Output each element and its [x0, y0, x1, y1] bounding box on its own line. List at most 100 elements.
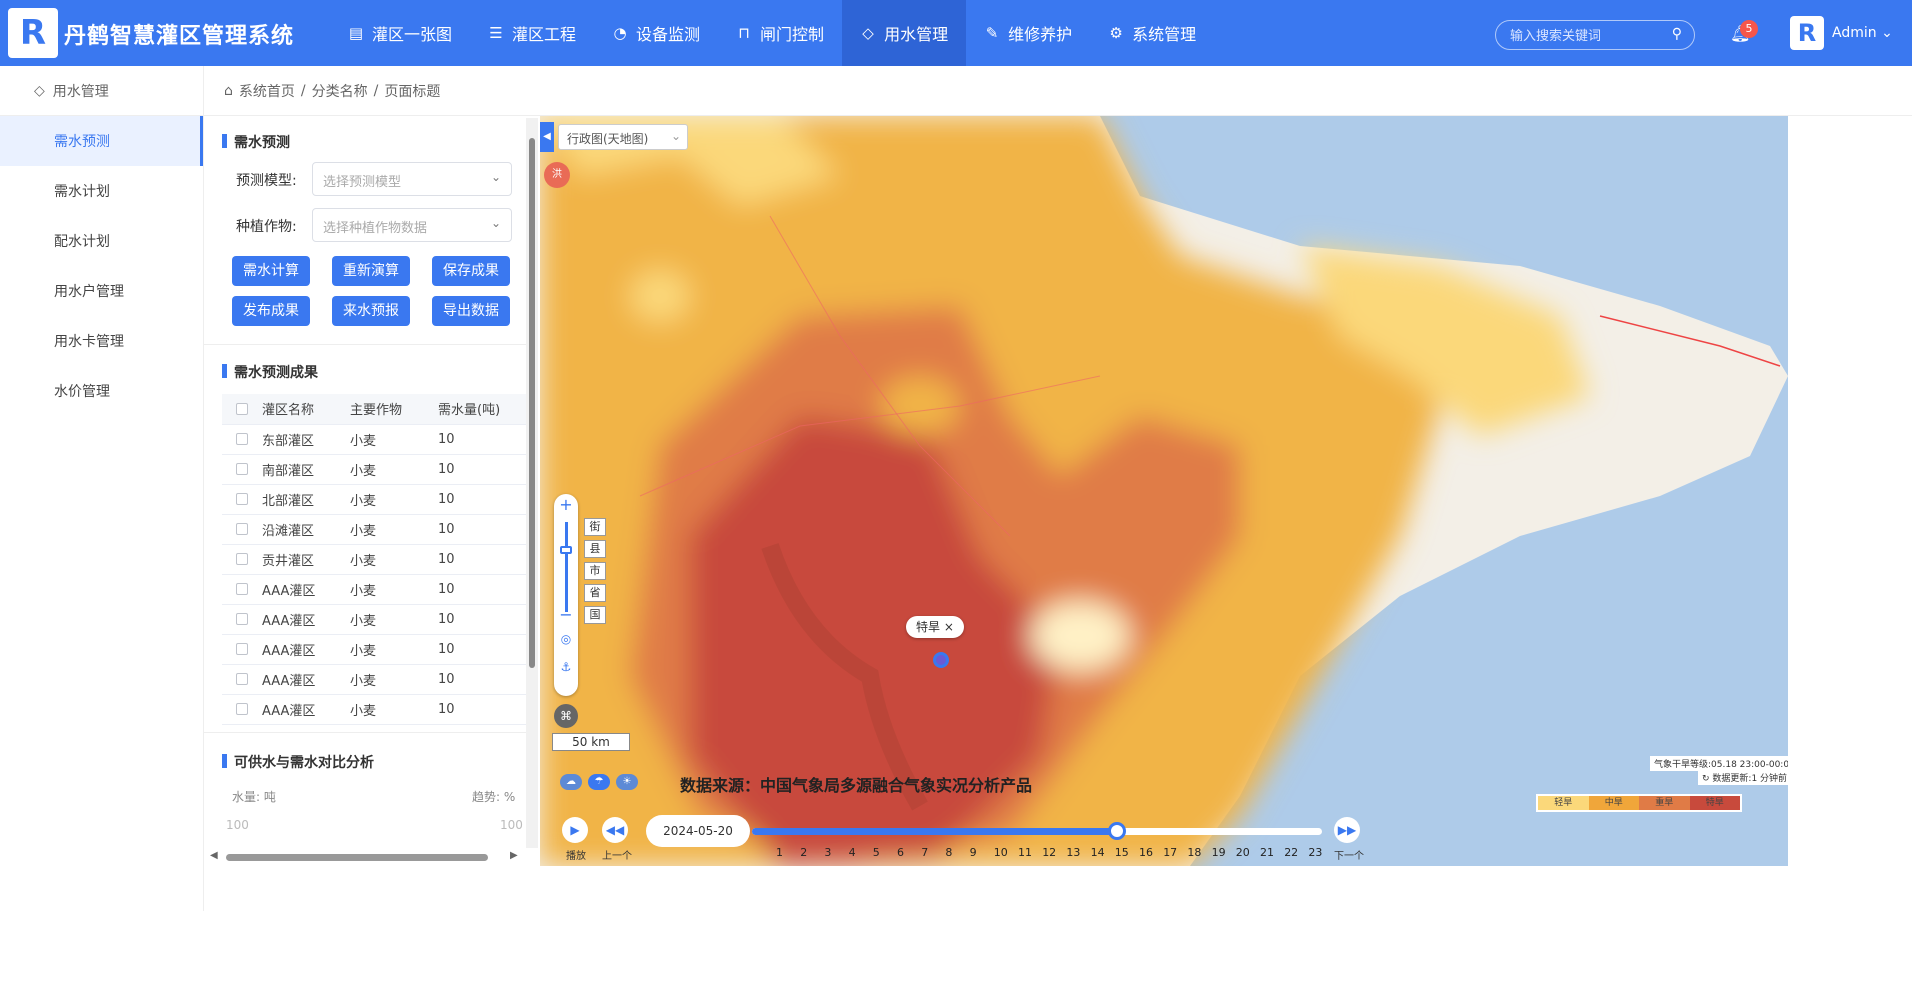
table-row[interactable]: 北部灌区 小麦 10 — [222, 484, 528, 515]
nav-item-system[interactable]: ⚙ 系统管理 — [1090, 0, 1214, 66]
chevron-down-icon: ⌄ — [490, 216, 501, 230]
flood-badge-icon[interactable]: 洪 — [544, 162, 570, 188]
table-cell: 10 — [438, 424, 528, 455]
calc-button[interactable]: 需水计算 — [232, 256, 310, 286]
table-cell: 小麦 — [350, 544, 438, 575]
drought-layer-icon[interactable]: ☀ — [616, 774, 638, 790]
table-row[interactable]: AAA灌区 小麦 10 — [222, 574, 528, 605]
breadcrumb-home[interactable]: 系统首页 — [239, 81, 295, 101]
table-row[interactable]: AAA灌区 小麦 10 — [222, 604, 528, 635]
table-row[interactable]: AAA灌区 小麦 10 — [222, 694, 528, 725]
scrollbar-thumb[interactable] — [226, 854, 488, 861]
row-checkbox[interactable] — [236, 673, 248, 685]
row-checkbox[interactable] — [236, 613, 248, 625]
nav-item-water[interactable]: ◇ 用水管理 — [842, 0, 967, 66]
app-title: 丹鹤智慧灌区管理系统 — [64, 24, 295, 49]
row-checkbox[interactable] — [236, 523, 248, 535]
recalc-button[interactable]: 重新演算 — [332, 256, 410, 286]
save-button[interactable]: 保存成果 — [432, 256, 510, 286]
nav-item-map[interactable]: ▤ 灌区一张图 — [330, 0, 470, 66]
rain-layer-icon[interactable]: ☂ — [588, 774, 610, 790]
refresh-icon[interactable]: ↻ — [1702, 774, 1710, 784]
gate-icon: ⊓ — [738, 24, 750, 42]
water-drop-icon: ◇ — [34, 82, 45, 99]
row-checkbox[interactable] — [236, 433, 248, 445]
table-row[interactable]: AAA灌区 小麦 10 — [222, 634, 528, 665]
table-row[interactable]: 贡井灌区 小麦 10 — [222, 544, 528, 575]
locate-icon[interactable]: ◎ — [554, 628, 578, 650]
zoom-slider[interactable] — [565, 522, 568, 612]
level-country[interactable]: 国 — [584, 606, 606, 624]
timeline-slider[interactable] — [752, 822, 1322, 840]
zoom-out-button[interactable]: − — [554, 604, 578, 626]
table-cell: AAA灌区 — [262, 634, 350, 665]
table-row[interactable]: 东部灌区 小麦 10 — [222, 424, 528, 455]
export-button[interactable]: 导出数据 — [432, 296, 510, 326]
sidebar-item-cards[interactable]: 用水卡管理 — [0, 316, 203, 366]
nav-item-maintenance[interactable]: ✎ 维修养护 — [966, 0, 1090, 66]
nav-item-project[interactable]: ☰ 灌区工程 — [470, 0, 594, 66]
play-button[interactable]: ▶ — [562, 817, 588, 843]
level-province[interactable]: 省 — [584, 584, 606, 602]
scrollbar-thumb[interactable] — [529, 138, 535, 668]
scroll-left-icon[interactable]: ◀ — [210, 850, 218, 861]
row-select-cell — [222, 544, 262, 575]
inflow-forecast-button[interactable]: 来水预报 — [332, 296, 410, 326]
row-checkbox[interactable] — [236, 583, 248, 595]
tick-label: 12 — [1042, 846, 1057, 859]
search-input[interactable] — [1510, 26, 1660, 44]
location-marker-icon[interactable] — [933, 652, 949, 668]
nav-item-monitor[interactable]: ◔ 设备监测 — [594, 0, 718, 66]
panel-hscrollbar[interactable]: ◀ ▶ — [208, 850, 524, 864]
row-checkbox[interactable] — [236, 493, 248, 505]
timeline-handle[interactable] — [1107, 822, 1126, 840]
scroll-right-icon[interactable]: ▶ — [510, 850, 518, 861]
publish-button[interactable]: 发布成果 — [232, 296, 310, 326]
next-button[interactable]: ▶▶ — [1334, 817, 1360, 843]
user-menu[interactable]: Admin ⌄ — [1832, 25, 1893, 41]
sidebar-item-price[interactable]: 水价管理 — [0, 366, 203, 416]
level-county[interactable]: 县 — [584, 540, 606, 558]
table-row[interactable]: AAA灌区 小麦 10 — [222, 664, 528, 695]
table-cell: 小麦 — [350, 664, 438, 695]
row-checkbox[interactable] — [236, 463, 248, 475]
select-all-checkbox[interactable] — [236, 402, 248, 415]
collapse-panel-button[interactable]: ◀ — [540, 122, 554, 152]
anchor-icon[interactable]: ⚓︎ — [554, 656, 578, 678]
breadcrumb-category[interactable]: 分类名称 — [312, 81, 368, 101]
layer-select[interactable]: 行政图(天地图) ⌄ — [558, 124, 688, 150]
search-icon[interactable]: ⚲ — [1672, 26, 1682, 42]
date-picker[interactable]: 2024-05-20 — [646, 815, 750, 847]
sidebar-item-forecast[interactable]: 需水预测 — [0, 116, 203, 166]
tick-label: 9 — [969, 846, 977, 859]
panel-scrollbar[interactable] — [526, 118, 538, 848]
notification-badge: 5 — [1740, 20, 1758, 38]
sidebar-item-distribution[interactable]: 配水计划 — [0, 216, 203, 266]
close-icon[interactable]: × — [944, 620, 954, 634]
nav-item-gate[interactable]: ⊓ 闸门控制 — [718, 0, 842, 66]
table-cell: 10 — [438, 484, 528, 515]
row-select-cell — [222, 424, 262, 455]
level-street[interactable]: 街 — [584, 518, 606, 536]
sidebar-item-users[interactable]: 用水户管理 — [0, 266, 203, 316]
crop-select[interactable]: 选择种植作物数据 ⌄ — [312, 208, 512, 242]
row-checkbox[interactable] — [236, 703, 248, 715]
avatar[interactable]: R — [1790, 16, 1824, 50]
fullscreen-icon[interactable]: ⌘ — [554, 704, 578, 728]
prev-button[interactable]: ◀◀ — [602, 817, 628, 843]
zoom-slider-handle[interactable] — [560, 546, 572, 554]
divider — [204, 344, 538, 345]
column-header: 主要作物 — [350, 394, 438, 425]
table-cell: 东部灌区 — [262, 424, 350, 455]
sidebar-item-plan[interactable]: 需水计划 — [0, 166, 203, 216]
table-row[interactable]: 沿滩灌区 小麦 10 — [222, 514, 528, 545]
drought-map[interactable]: ◀ 行政图(天地图) ⌄ 洪 + − ◎ ⚓︎ 街 县 市 省 国 ⌘ 50 km… — [540, 116, 1788, 866]
prev-caption: 上一个 — [602, 851, 632, 862]
row-checkbox[interactable] — [236, 643, 248, 655]
zoom-in-button[interactable]: + — [554, 494, 578, 516]
table-row[interactable]: 南部灌区 小麦 10 — [222, 454, 528, 485]
row-checkbox[interactable] — [236, 553, 248, 565]
cloud-layer-icon[interactable]: ☁ — [560, 774, 582, 790]
level-city[interactable]: 市 — [584, 562, 606, 580]
model-select[interactable]: 选择预测模型 ⌄ — [312, 162, 512, 196]
